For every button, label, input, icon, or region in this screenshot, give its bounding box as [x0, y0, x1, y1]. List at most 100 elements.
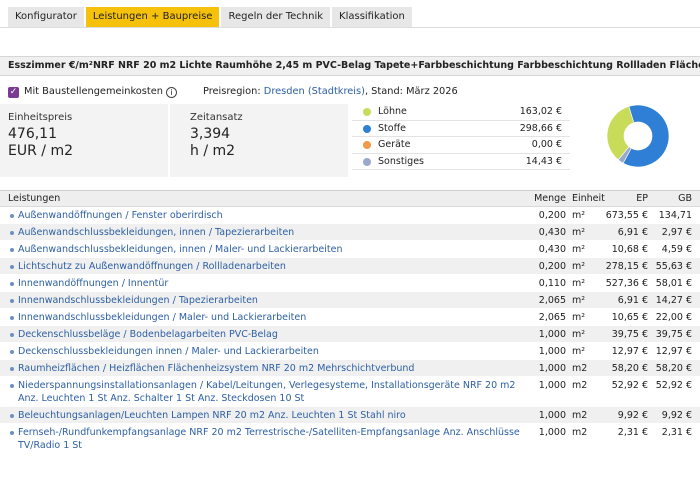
legend-name: Löhne — [378, 106, 407, 117]
leistung-link[interactable]: Niederspannungsinstallationsanlagen / Ka… — [0, 379, 528, 405]
ep-cell: 58,20 € — [611, 363, 648, 374]
legend-name: Sonstiges — [378, 155, 425, 167]
einheit-cell: m2 — [572, 427, 588, 438]
menge-cell: 1,000 — [538, 329, 566, 340]
table-row[interactable]: Deckenschlussbekleidungen innen / Maler-… — [0, 343, 700, 360]
legend-dot — [363, 157, 371, 166]
ep-cell: 527,36 € — [605, 278, 648, 289]
leistung-link[interactable]: Beleuchtungsanlagen/Leuchten Lampen NRF … — [0, 409, 528, 422]
header-gb[interactable]: GB — [650, 191, 692, 206]
gb-cell: 52,92 € — [655, 380, 692, 391]
ep-cell: 6,91 € — [617, 227, 648, 238]
ep-cell: 12,97 € — [611, 346, 648, 357]
table-header: Leistungen Menge Einheit EP GB — [0, 190, 700, 207]
header-ep[interactable]: EP — [602, 191, 648, 206]
preisregion-label: Preisregion: — [202, 86, 261, 97]
leistung-link[interactable]: Innenwandöffnungen / Innentür — [0, 277, 528, 290]
gb-cell: 2,31 € — [661, 427, 692, 438]
tab-divider — [0, 27, 700, 28]
leistung-link[interactable]: Deckenschlussbeläge / Bodenbelagarbeiten… — [0, 328, 528, 341]
gb-cell: 2,97 € — [661, 227, 692, 238]
table-row[interactable]: Lichtschutz zu Außenwandöffnungen / Roll… — [0, 258, 700, 275]
table-row[interactable]: Außenwandschlussbekleidungen, innen / Ta… — [0, 224, 700, 241]
gb-cell: 22,00 € — [655, 312, 692, 323]
einheit-cell: m2 — [572, 363, 588, 374]
einheit-cell: m2 — [572, 380, 588, 391]
table-row[interactable]: Fernseh-/Rundfunkempfangsanlage NRF 20 m… — [0, 424, 700, 454]
einheit-cell: m² — [572, 346, 586, 357]
legend-item-sonstiges: Sonstiges 14,43 € — [352, 154, 570, 170]
zeitansatz-label: Zeitansatz — [190, 112, 243, 123]
einheit-cell: m² — [572, 312, 586, 323]
legend-dot — [363, 124, 371, 133]
table-row[interactable]: Niederspannungsinstallationsanlagen / Ka… — [0, 377, 700, 407]
legend-dot — [363, 108, 371, 116]
table-row[interactable]: Außenwandöffnungen / Fenster oberirdisch… — [0, 207, 700, 234]
table-row[interactable]: Raumheizflächen / Heizflächen Flächenhei… — [0, 360, 700, 377]
ep-cell: 52,92 € — [611, 380, 648, 391]
ep-cell: 2,31 € — [617, 427, 648, 438]
leistung-link[interactable]: Raumheizflächen / Heizflächen Flächenhei… — [0, 362, 528, 375]
gb-cell: 12,97 € — [655, 346, 692, 357]
menge-cell: 2,065 — [538, 295, 566, 306]
ep-cell: 673,55 € — [605, 210, 648, 221]
gb-cell: 39,75 € — [655, 329, 692, 340]
menge-cell: 1,000 — [538, 380, 566, 391]
zeitansatz-value: 3,394 — [190, 126, 231, 142]
baustellengemeinkosten-checkbox[interactable]: ✓ — [8, 86, 19, 98]
legend-name: Geräte — [378, 139, 411, 150]
legend-amount: 0,00 € — [531, 139, 562, 150]
cost-legend: Löhne 163,02 € Stoffe 298,66 € Geräte 0,… — [352, 104, 570, 170]
menge-cell: 0,200 — [538, 210, 566, 221]
einheitspreis-unit: EUR / m2 — [8, 143, 73, 159]
ep-cell: 278,15 € — [605, 261, 648, 272]
menge-cell: 1,000 — [538, 363, 566, 374]
menge-cell: 2,065 — [538, 312, 566, 323]
leistung-link[interactable]: Innenwandschlussbekleidungen / Maler- un… — [0, 311, 528, 324]
table-row[interactable]: Außenwandschlussbekleidungen, innen / Ma… — [0, 241, 700, 258]
legend-amount: 14,43 € — [525, 155, 562, 167]
tab-leistungen-baupreise[interactable]: Leistungen + Baupreise — [85, 7, 220, 27]
menge-cell: 1,000 — [538, 427, 566, 438]
header-menge[interactable]: Menge — [528, 191, 566, 206]
table-row[interactable]: Innenwandöffnungen / Innentür 0,110 m² 527,… — [0, 275, 700, 292]
gb-cell: 58,20 € — [655, 363, 692, 374]
info-icon[interactable]: i — [165, 86, 177, 98]
gb-cell: 58,01 € — [655, 278, 692, 289]
zeitansatz-box: Zeitansatz 3,394 h / m2 — [170, 104, 348, 177]
tab-klassifikation[interactable]: Klassifikation — [332, 7, 412, 27]
legend-name: Stoffe — [378, 122, 406, 134]
menge-cell: 1,000 — [538, 410, 566, 421]
leistung-link[interactable]: Außenwandschlussbekleidungen, innen / Ta… — [0, 226, 528, 239]
legend-amount: 163,02 € — [519, 106, 562, 117]
tab-konfigurator[interactable]: Konfigurator — [8, 7, 84, 27]
einheit-cell: m² — [572, 244, 586, 255]
tab-bar: Konfigurator Leistungen + Baupreise Rege… — [8, 7, 412, 27]
tab-regeln-der-technik[interactable]: Regeln der Technik — [221, 7, 331, 27]
leistung-link[interactable]: Lichtschutz zu Außenwandöffnungen / Roll… — [0, 260, 528, 273]
preisregion-link[interactable]: Dresden (Stadtkreis) — [264, 85, 365, 99]
einheit-cell: m² — [572, 329, 586, 340]
einheit-cell: m² — [572, 278, 586, 289]
leistung-link[interactable]: Außenwandschlussbekleidungen, innen / Ma… — [0, 243, 528, 256]
leistung-link[interactable]: Außenwandöffnungen / Fenster oberirdisch — [0, 209, 528, 222]
header-einheit[interactable]: Einheit — [572, 191, 605, 206]
table-row[interactable]: Innenwandschlussbekleidungen / Tapeziera… — [0, 292, 700, 309]
table-row[interactable]: Innenwandschlussbekleidungen / Maler- un… — [0, 309, 700, 326]
ep-cell: 9,92 € — [617, 410, 648, 421]
gb-cell: 4,59 € — [661, 244, 692, 255]
einheitspreis-label: Einheitspreis — [8, 112, 73, 123]
table-row[interactable]: Deckenschlussbeläge / Bodenbelagarbeiten… — [0, 326, 700, 343]
gb-cell: 55,63 € — [655, 261, 692, 272]
menge-cell: 1,000 — [538, 346, 566, 357]
checkbox-label: Mit Baustellengemeinkosten — [24, 86, 163, 97]
einheit-cell: m² — [572, 261, 586, 272]
page-title: Esszimmer €/m²NRF NRF 20 m2 Lichte Raumh… — [0, 56, 700, 76]
leistung-link[interactable]: Fernseh-/Rundfunkempfangsanlage NRF 20 m… — [0, 426, 528, 452]
table-row[interactable]: Beleuchtungsanlagen/Leuchten Lampen NRF … — [0, 407, 700, 424]
ep-cell: 6,91 € — [617, 295, 648, 306]
leistung-link[interactable]: Deckenschlussbekleidungen innen / Maler-… — [0, 345, 528, 358]
header-leistungen[interactable]: Leistungen — [0, 191, 528, 206]
leistung-link[interactable]: Innenwandschlussbekleidungen / Tapeziera… — [0, 294, 528, 307]
einheit-cell: m² — [572, 210, 586, 221]
